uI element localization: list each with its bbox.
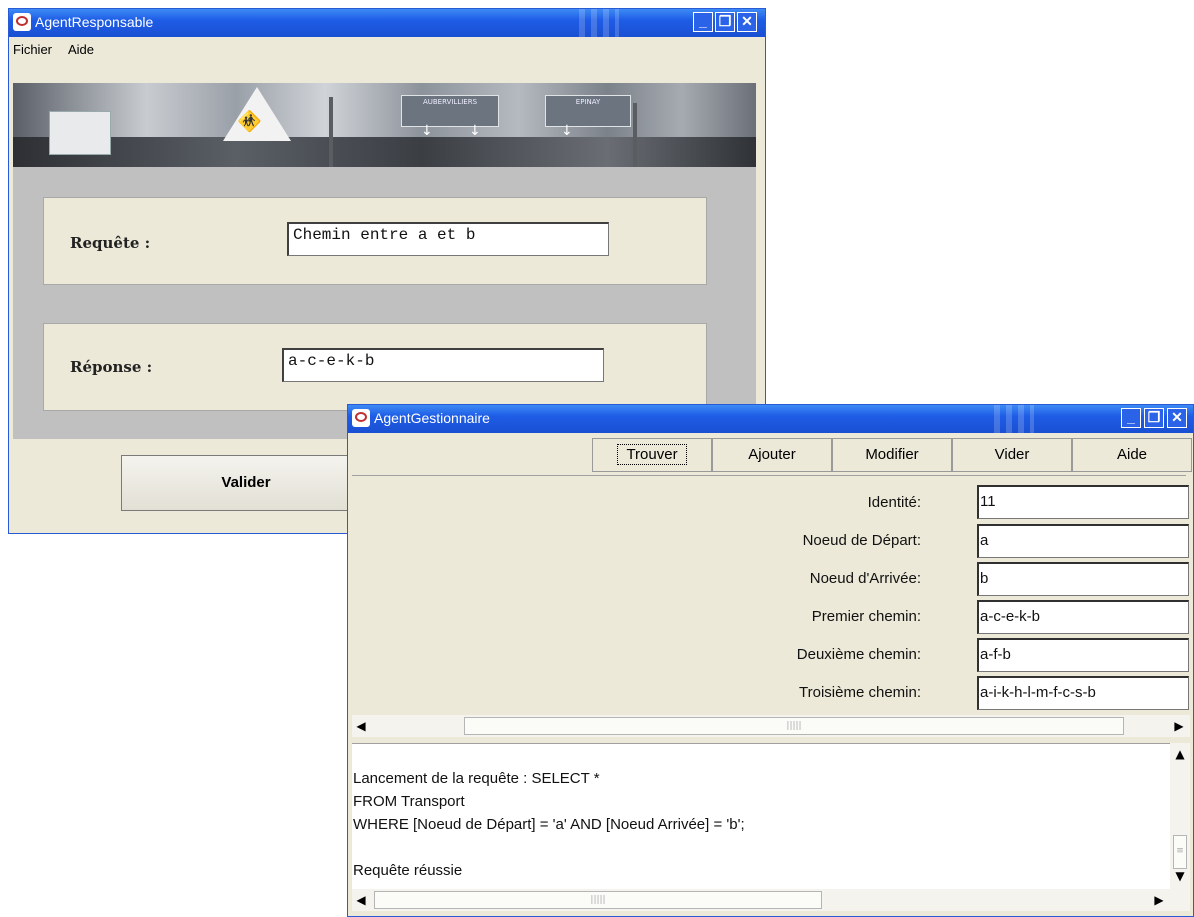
title-bar[interactable]: AgentGestionnaire _ ❐ ✕: [348, 405, 1193, 433]
scroll-thumb[interactable]: ≡: [1173, 835, 1187, 869]
road-sign-aubervilliers: AUBERVILLIERS: [401, 95, 499, 127]
scroll-down-icon[interactable]: ▼: [1171, 865, 1189, 887]
down-arrow-icon: ↓: [469, 123, 481, 139]
toolbar: Trouver Ajouter Modifier Vider Aide: [352, 433, 1192, 473]
reponse-field[interactable]: a-c-e-k-b: [282, 348, 604, 382]
menu-fichier[interactable]: Fichier: [13, 42, 52, 57]
troisieme-chemin-field[interactable]: a-i-k-h-l-m-f-c-s-b: [977, 676, 1189, 710]
form-area: Requête : Chemin entre a et b Réponse : …: [13, 167, 756, 439]
close-icon[interactable]: ✕: [737, 12, 757, 32]
minimize-icon[interactable]: _: [1121, 408, 1141, 428]
restore-icon[interactable]: ❐: [715, 12, 735, 32]
banner-pole: [329, 97, 333, 167]
down-arrow-icon: ↓: [561, 123, 573, 139]
modifier-button[interactable]: Modifier: [832, 438, 952, 472]
form-horizontal-scrollbar[interactable]: ◀ ||||| ▶: [352, 715, 1190, 737]
close-icon[interactable]: ✕: [1167, 408, 1187, 428]
titlebar-decoration: [579, 9, 619, 37]
log-vertical-scrollbar[interactable]: ▲ ≡ ▼: [1170, 743, 1190, 889]
scroll-right-icon[interactable]: ▶: [1150, 889, 1168, 911]
scroll-left-icon[interactable]: ◀: [352, 889, 370, 911]
banner-pole: [633, 103, 637, 167]
trouver-button[interactable]: Trouver: [592, 438, 712, 472]
noeud-depart-label: Noeud de Départ:: [802, 532, 921, 549]
ajouter-button[interactable]: Ajouter: [712, 438, 832, 472]
premier-chemin-label: Premier chemin:: [811, 608, 921, 625]
scroll-thumb[interactable]: |||||: [374, 891, 822, 909]
log-line: Requête réussie: [353, 862, 463, 879]
scroll-right-icon[interactable]: ▶: [1170, 715, 1188, 737]
noeud-depart-field[interactable]: a: [977, 524, 1189, 558]
scroll-thumb[interactable]: |||||: [464, 717, 1124, 735]
window-title: AgentGestionnaire: [374, 410, 490, 426]
aide-button[interactable]: Aide: [1072, 438, 1192, 472]
scroll-up-icon[interactable]: ▲: [1171, 743, 1189, 765]
scroll-left-icon[interactable]: ◀: [352, 715, 370, 737]
road-sign-epinay: EPINAY: [545, 95, 631, 127]
minimize-icon[interactable]: _: [693, 12, 713, 32]
identite-field[interactable]: 11: [977, 485, 1189, 519]
truck-graphic: [49, 111, 111, 155]
banner-image: 🚸 AUBERVILLIERS ↓ ↓ EPINAY ↓: [13, 83, 756, 167]
menu-bar: Fichier Aide: [9, 37, 765, 63]
reponse-panel: Réponse : a-c-e-k-b: [43, 323, 707, 411]
trouver-label: Trouver: [617, 444, 687, 465]
deuxieme-chemin-field[interactable]: a-f-b: [977, 638, 1189, 672]
titlebar-decoration: [994, 405, 1034, 433]
log-output[interactable]: Lancement de la requête : SELECT * FROM …: [352, 743, 1170, 890]
reponse-label: Réponse :: [70, 358, 153, 376]
noeud-arrivee-field[interactable]: b: [977, 562, 1189, 596]
down-arrow-icon: ↓: [421, 123, 433, 139]
noeud-arrivee-label: Noeud d'Arrivée:: [809, 570, 921, 587]
requete-label: Requête :: [70, 234, 151, 252]
requete-input[interactable]: Chemin entre a et b: [287, 222, 609, 256]
valider-button[interactable]: Valider: [121, 455, 371, 511]
vider-button[interactable]: Vider: [952, 438, 1072, 472]
log-horizontal-scrollbar[interactable]: ◀ ||||| ▶: [352, 889, 1190, 911]
premier-chemin-field[interactable]: a-c-e-k-b: [977, 600, 1189, 634]
troisieme-chemin-label: Troisième chemin:: [799, 684, 921, 701]
restore-icon[interactable]: ❐: [1144, 408, 1164, 428]
agent-gestionnaire-window: AgentGestionnaire _ ❐ ✕ Trouver Ajouter …: [347, 404, 1194, 917]
record-form: Identité: 11 Noeud de Départ: a Noeud d'…: [352, 475, 1189, 720]
title-bar[interactable]: AgentResponsable _ ❐ ✕: [9, 9, 765, 37]
java-cup-icon[interactable]: [352, 409, 370, 427]
banner-road: [13, 137, 756, 167]
log-line: Lancement de la requête : SELECT *: [353, 770, 600, 787]
log-line: FROM Transport: [353, 793, 465, 810]
menu-aide[interactable]: Aide: [68, 42, 94, 57]
identite-label: Identité:: [867, 494, 921, 511]
deuxieme-chemin-label: Deuxième chemin:: [796, 646, 921, 663]
requete-panel: Requête : Chemin entre a et b: [43, 197, 707, 285]
window-title: AgentResponsable: [35, 14, 154, 30]
log-line: WHERE [Noeud de Départ] = 'a' AND [Noeud…: [353, 816, 745, 833]
java-cup-icon[interactable]: [13, 13, 31, 31]
children-icon: 🚸: [237, 109, 262, 133]
